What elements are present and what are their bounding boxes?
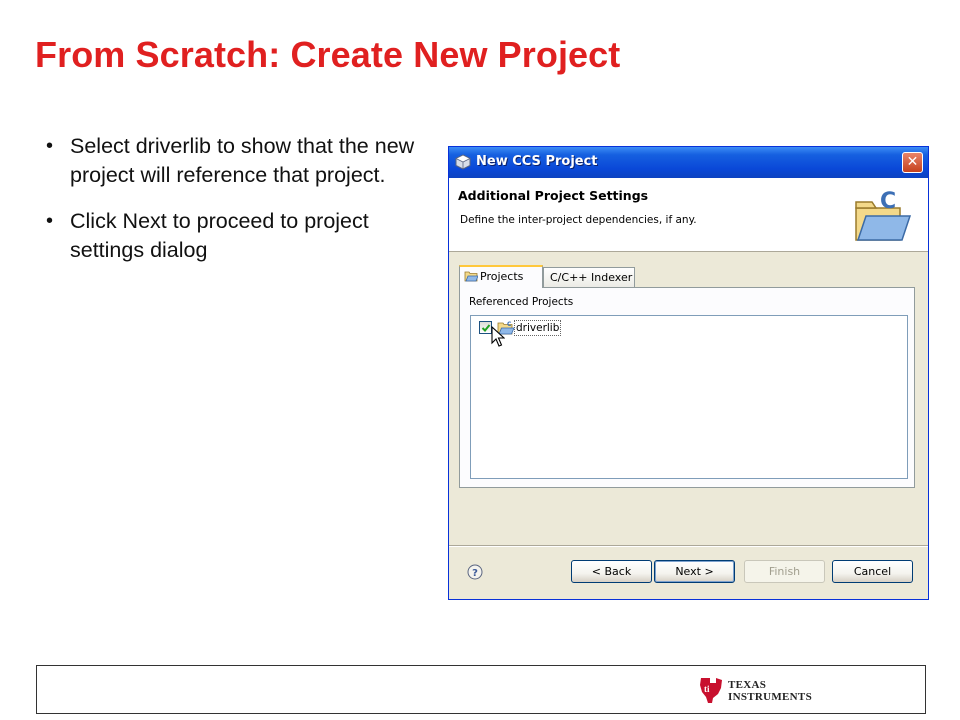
back-button[interactable]: < Back <box>571 560 652 583</box>
dialog-title: New CCS Project <box>476 154 598 169</box>
svg-text:ti: ti <box>704 684 710 694</box>
dialog-titlebar[interactable]: New CCS Project ✕ <box>449 147 928 178</box>
tab-projects-label: Projects <box>480 270 524 283</box>
checkmark-icon <box>481 324 491 332</box>
slide-title: From Scratch: Create New Project <box>35 34 621 75</box>
mouse-pointer-icon <box>491 326 505 347</box>
next-button[interactable]: Next > <box>654 560 735 583</box>
button-bar-separator <box>449 545 928 547</box>
projects-tab-panel: Referenced Projects C driverlib <box>459 287 915 488</box>
wizard-page-description: Define the inter-project dependencies, i… <box>460 214 697 226</box>
folder-icon <box>464 271 478 282</box>
help-icon[interactable]: ? <box>467 564 483 580</box>
tab-indexer[interactable]: C/C++ Indexer <box>543 267 635 287</box>
slide-footer: ti TEXAS INSTRUMENTS <box>36 665 926 714</box>
c-project-folder-icon: C <box>855 189 912 241</box>
wizard-header: Additional Project Settings Define the i… <box>449 178 928 252</box>
svg-text:?: ? <box>472 568 478 579</box>
referenced-projects-label: Referenced Projects <box>469 296 574 308</box>
tab-projects[interactable]: Projects <box>459 265 543 288</box>
close-button[interactable]: ✕ <box>902 152 923 173</box>
gear-cube-icon <box>455 154 471 170</box>
bullet-item: Click Next to proceed to project setting… <box>44 207 434 265</box>
cancel-button[interactable]: Cancel <box>832 560 913 583</box>
new-ccs-project-dialog: New CCS Project ✕ Additional Project Set… <box>448 146 929 600</box>
bullet-list: Select driverlib to show that the new pr… <box>44 132 434 282</box>
texas-instruments-logo: ti TEXAS INSTRUMENTS <box>698 676 828 706</box>
referenced-projects-list[interactable]: C driverlib <box>470 315 908 479</box>
project-name: driverlib <box>514 320 562 336</box>
ti-state-logo-icon: ti <box>700 678 722 703</box>
svg-text:C: C <box>880 189 896 214</box>
close-icon: ✕ <box>906 154 919 170</box>
bullet-item: Select driverlib to show that the new pr… <box>44 132 434 190</box>
tab-indexer-label: C/C++ Indexer <box>550 271 633 284</box>
logo-line1: TEXAS <box>728 679 767 691</box>
finish-button[interactable]: Finish <box>744 560 825 583</box>
svg-text:C: C <box>507 321 512 328</box>
logo-line2: INSTRUMENTS <box>728 691 812 703</box>
wizard-page-title: Additional Project Settings <box>458 188 649 203</box>
